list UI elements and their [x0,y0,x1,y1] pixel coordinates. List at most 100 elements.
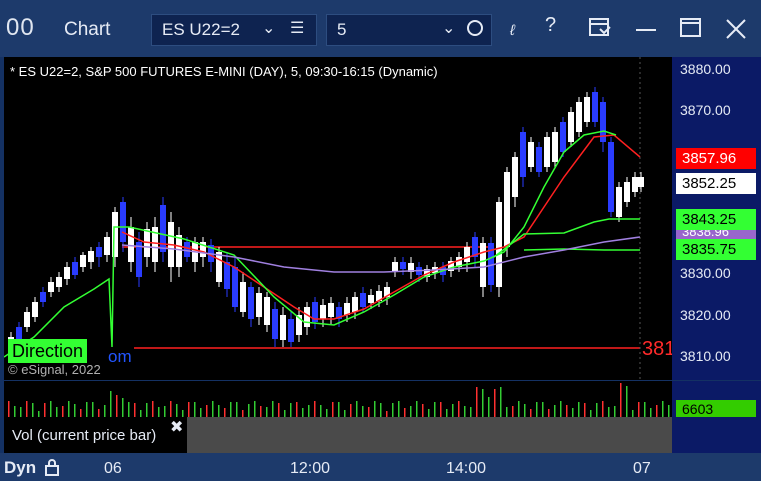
volume-bar [620,383,622,417]
candle-body [352,297,358,312]
volume-legend[interactable]: Vol (current price bar) ✖ [4,417,187,453]
volume-bar [164,406,166,417]
candle-body [160,205,166,252]
candle-body [528,142,534,167]
candle-body [104,237,110,255]
draw-icon[interactable]: ℓ [510,22,515,39]
volume-bar [398,401,400,417]
candle-body [496,202,502,287]
price-tag-green-ma-2: 3835.75 [676,239,756,260]
candles [8,87,644,352]
symbol-input[interactable]: ES U22=2 [162,20,240,40]
candle-body [248,287,254,319]
direction-link[interactable]: om [108,347,132,367]
clock-icon[interactable] [467,20,483,36]
volume-bar [662,401,664,417]
volume-bar [452,404,454,417]
volume-bar [560,401,562,417]
volume-bar [8,401,10,417]
volume-bar [494,389,496,417]
candle-body [64,267,70,279]
volume-bar [470,407,472,417]
candle-body [592,92,598,122]
volume-bar [632,410,634,417]
volume-bar [224,408,226,417]
volume-bar [446,409,448,417]
volume-bar [542,402,544,417]
candle-body [96,247,102,257]
volume-bar [344,410,346,417]
volume-bar [62,406,64,417]
volume-bar [14,406,16,417]
minimize-icon[interactable] [636,28,656,32]
volume-bar [356,401,358,417]
candle-body [480,243,486,287]
volume-bar [482,389,484,417]
chart-title: * ES U22=2, S&P 500 FUTURES E-MINI (DAY)… [10,64,438,79]
price-level: 3810.00 [680,348,731,364]
volume-legend-label: Vol (current price bar) [12,427,157,444]
list-icon[interactable]: ☰ [290,18,304,38]
volume-bar [302,408,304,417]
candle-body [80,255,86,267]
close-icon[interactable] [725,18,747,40]
volume-bar [536,402,538,417]
chevron-down-icon[interactable]: ⌄ [442,18,455,38]
candle-body [256,293,262,317]
candle-body [88,251,94,262]
study-axis [672,417,761,453]
interval-selector[interactable]: 5 ⌄ [326,14,492,46]
price-axis[interactable]: 3880.00 3870.00 3830.00 3820.00 3810.00 … [672,57,761,380]
volume-pane[interactable] [4,381,672,417]
volume-bar [230,402,232,417]
volume-bar [152,401,154,417]
volume-bar [548,409,550,417]
chevron-down-icon[interactable]: ⌄ [262,18,275,38]
volume-bar [26,401,28,417]
time-label: 07 [633,460,651,477]
price-chart[interactable]: * ES U22=2, S&P 500 FUTURES E-MINI (DAY)… [4,57,676,380]
layout-icon[interactable] [588,17,612,39]
volume-bar [290,403,292,417]
volume-bar [434,402,436,417]
volume-bar [266,407,268,417]
volume-bar [374,401,376,417]
volume-bar [476,387,478,417]
volume-bar [86,402,88,417]
volume-value: 6603 [676,400,756,418]
volume-bar [212,401,214,417]
volume-bar [338,402,340,417]
volume-bar [656,405,658,417]
volume-bar [650,408,652,417]
time-axis[interactable]: Dyn 06 12:00 14:00 07 [0,453,761,481]
volume-bar [518,401,520,417]
volume-bar [80,409,82,417]
candle-body [616,187,622,217]
candle-body [520,132,526,177]
volume-bar [608,407,610,417]
symbol-selector[interactable]: ES U22=2 ⌄ ☰ [151,14,317,46]
help-icon[interactable]: ? [545,14,556,37]
dynamic-mode-label[interactable]: Dyn [4,458,36,478]
candle-body [136,242,142,277]
volume-bar [320,405,322,417]
lock-icon[interactable] [44,459,60,476]
price-edge-label: 381 [642,338,676,360]
candle-body [400,262,406,269]
candle-body [608,142,614,212]
candle-body [24,312,30,327]
volume-bar [116,395,118,417]
title-bar: 00 Chart ES U22=2 ⌄ ☰ 5 ⌄ ℓ ? [0,0,761,57]
volume-bar [500,387,502,417]
candle-body [552,132,558,162]
app-icon[interactable]: 00 [6,14,35,42]
volume-bar [644,402,646,417]
direction-label[interactable]: Direction [8,339,88,363]
close-icon[interactable]: ✖ [170,417,183,437]
interval-input[interactable]: 5 [337,20,346,40]
candle-body [56,277,62,287]
volume-bar [110,391,112,417]
maximize-icon[interactable] [680,18,702,38]
candle-body [272,309,278,339]
volume-bar [260,406,262,417]
